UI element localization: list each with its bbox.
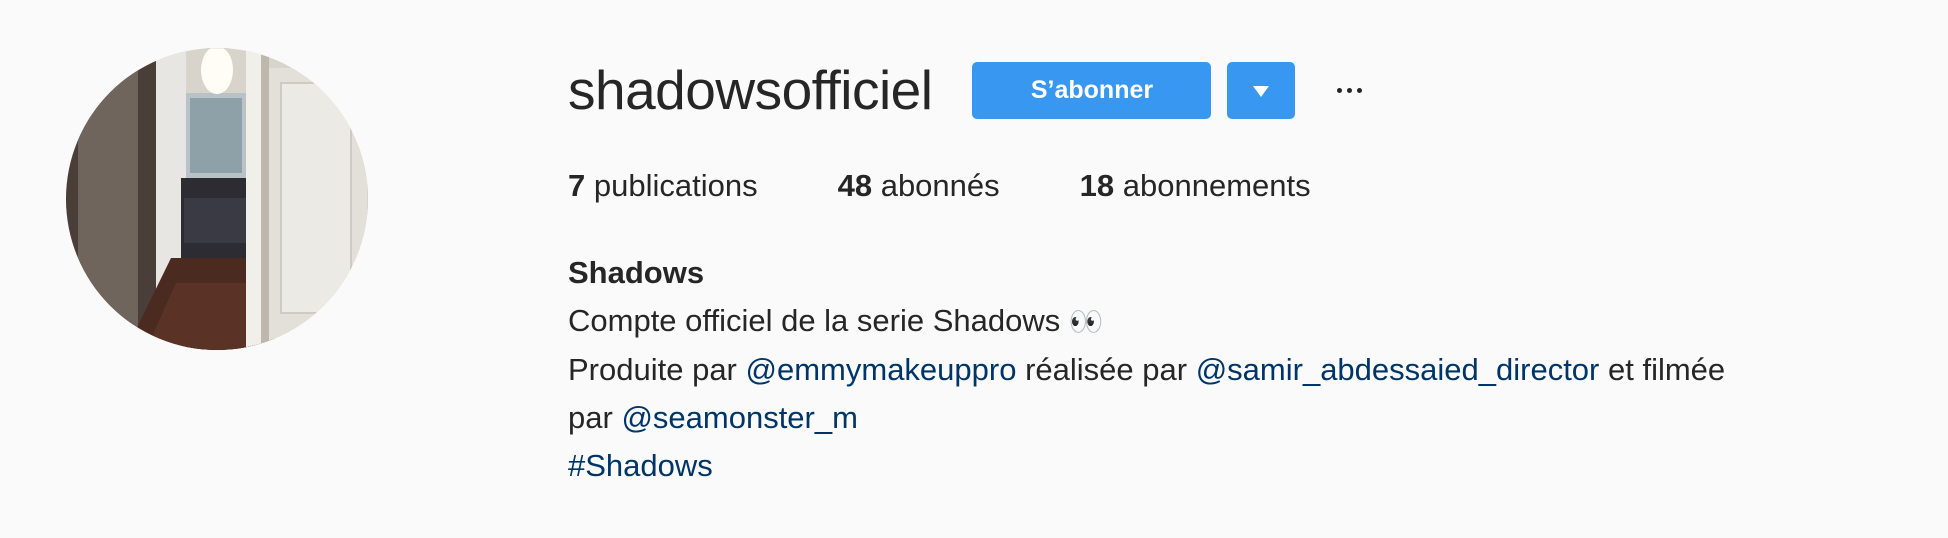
full-name: Shadows <box>568 255 705 290</box>
mention-link[interactable]: @emmymakeuppro <box>746 352 1017 387</box>
stat-following[interactable]: 18 abonnements <box>1080 166 1311 206</box>
eyes-emoji-icon: 👀 <box>1068 306 1104 337</box>
avatar-photo <box>66 48 368 350</box>
bio-line: Produite par @emmymakeuppro réalisée par… <box>568 352 1726 387</box>
stat-count: 48 <box>837 168 873 203</box>
username: shadowsofficiel <box>568 58 933 121</box>
stat-count: 18 <box>1079 168 1115 203</box>
more-options-icon <box>1336 87 1342 93</box>
bio-line: Compte officiel de la serie Shadows 👀 <box>568 303 1104 338</box>
stat-label: abonnés <box>880 168 1000 203</box>
mention-link[interactable]: @seamonster_m <box>621 400 858 435</box>
more-options-button[interactable] <box>1329 70 1369 110</box>
stat-publications: 7 publications <box>568 166 758 206</box>
mention-link[interactable]: @samir_abdessaied_director <box>1196 352 1600 387</box>
stat-label: abonnements <box>1122 168 1311 203</box>
follow-button[interactable]: S’abonner <box>972 61 1212 119</box>
profile-stats: 7 publications 48 abonnés 18 abonnements <box>568 166 1311 206</box>
profile-header: shadowsofficiel S’abonner <box>568 56 1369 124</box>
stat-followers[interactable]: 48 abonnés <box>838 166 1000 206</box>
stat-count: 7 <box>568 168 586 203</box>
avatar[interactable] <box>66 48 368 350</box>
bio-line: par @seamonster_m <box>568 400 858 435</box>
bio-line: #Shadows <box>568 442 1868 490</box>
stat-label: publications <box>593 168 758 203</box>
profile-bio: Shadows Compte officiel de la serie Shad… <box>568 249 1868 490</box>
chevron-down-icon <box>1253 85 1270 97</box>
suggestions-dropdown-button[interactable] <box>1227 61 1296 119</box>
hashtag-link[interactable]: #Shadows <box>568 448 713 483</box>
